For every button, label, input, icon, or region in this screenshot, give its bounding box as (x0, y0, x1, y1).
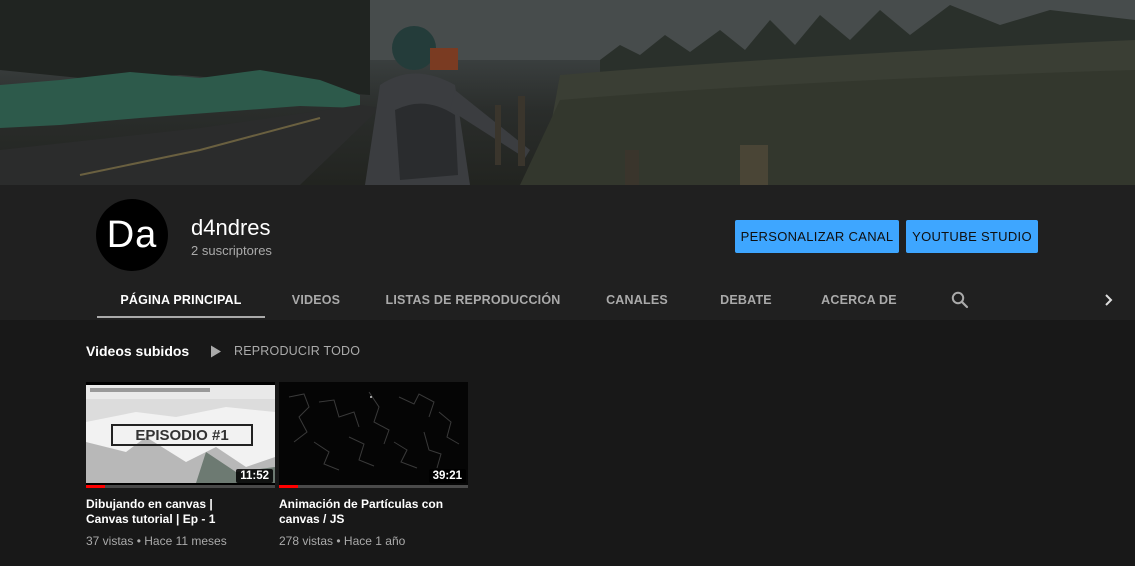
watch-progress (86, 485, 275, 488)
view-count: 37 vistas (86, 534, 134, 548)
channel-header: Da d4ndres 2 suscriptores PERSONALIZAR C… (0, 185, 1135, 320)
channel-banner (0, 0, 1135, 185)
video-duration: 11:52 (236, 469, 273, 483)
channel-avatar[interactable]: Da (96, 199, 168, 271)
youtube-studio-button[interactable]: YOUTUBE STUDIO (906, 220, 1038, 253)
video-card[interactable]: EPISODIO #1 11:52 Dibujando en canvas | … (86, 382, 275, 548)
video-thumbnail[interactable]: EPISODIO #1 11:52 (86, 382, 275, 488)
section-title: Videos subidos (86, 343, 190, 359)
thumbnail-title: EPISODIO #1 (135, 427, 228, 444)
video-card[interactable]: 39:21 Animación de Partículas con canvas… (279, 382, 468, 548)
video-duration: 39:21 (428, 469, 466, 483)
video-title[interactable]: Animación de Partículas con canvas / JS (279, 497, 468, 527)
video-thumbnail[interactable]: 39:21 (279, 382, 468, 488)
video-title[interactable]: Dibujando en canvas | Canvas tutorial | … (86, 497, 275, 527)
search-icon[interactable] (944, 280, 976, 320)
video-meta: 37 vistas • Hace 11 meses (86, 534, 275, 548)
tab-channels[interactable]: CANALES (598, 280, 676, 320)
chevron-right-icon[interactable] (1096, 280, 1122, 320)
channel-tabs: PÁGINA PRINCIPAL VIDEOS LISTAS DE REPROD… (0, 280, 1135, 320)
video-meta: 278 vistas • Hace 1 año (279, 534, 468, 548)
tab-videos[interactable]: VIDEOS (282, 280, 350, 320)
customize-channel-button[interactable]: PERSONALIZAR CANAL (735, 220, 899, 253)
upload-age: Hace 11 meses (144, 534, 227, 548)
channel-name: d4ndres (191, 215, 271, 240)
watch-progress (279, 485, 468, 488)
tab-playlists[interactable]: LISTAS DE REPRODUCCIÓN (385, 280, 561, 320)
view-count: 278 vistas (279, 534, 334, 548)
play-all-button[interactable]: REPRODUCIR TODO (210, 341, 360, 361)
subscriber-count: 2 suscriptores (191, 243, 272, 258)
play-icon (211, 345, 221, 357)
tab-home[interactable]: PÁGINA PRINCIPAL (97, 280, 265, 320)
tab-about[interactable]: ACERCA DE (815, 280, 903, 320)
play-all-label: REPRODUCIR TODO (234, 344, 361, 358)
banner-art (0, 0, 1135, 185)
upload-age: Hace 1 año (343, 534, 406, 548)
tab-discussion[interactable]: DEBATE (712, 280, 780, 320)
meta-separator: • (336, 534, 344, 548)
